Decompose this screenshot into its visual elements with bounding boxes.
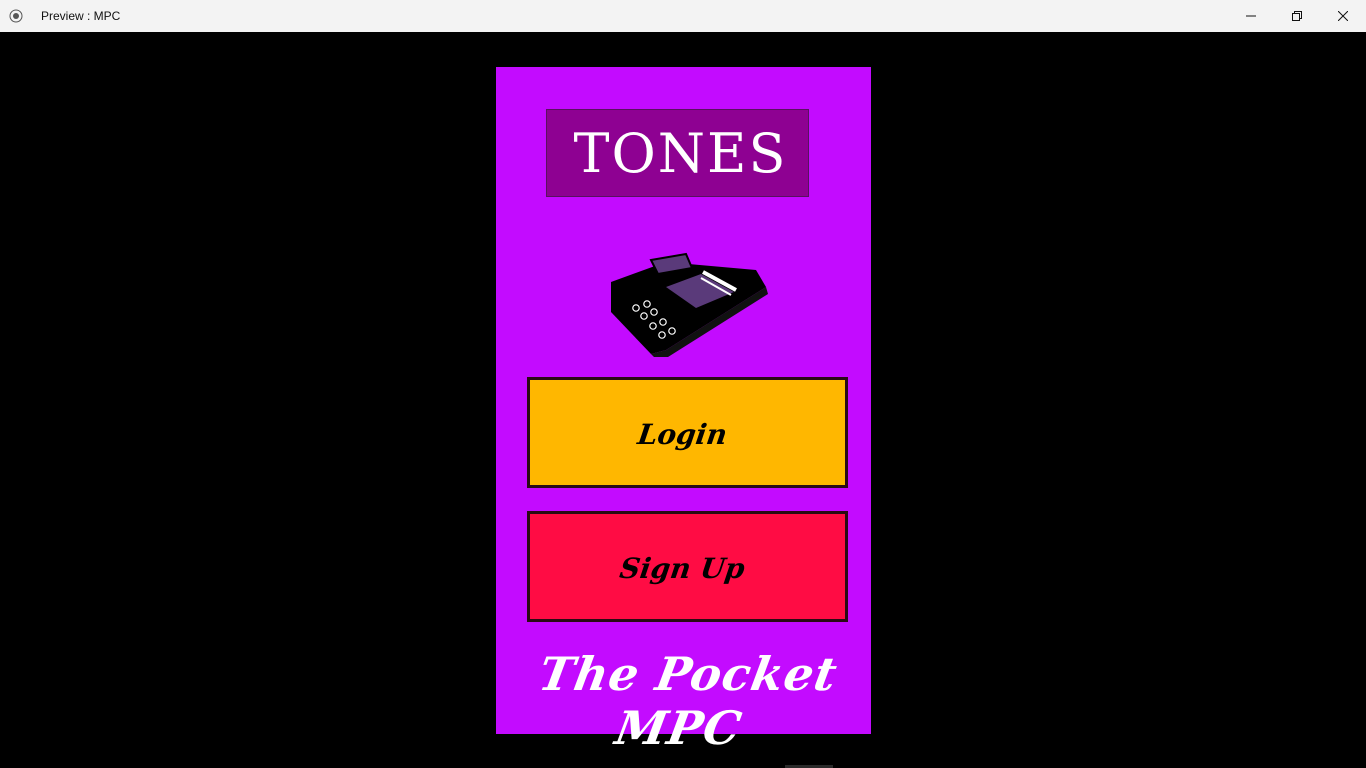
- mpc-device-icon: [611, 252, 768, 357]
- restore-button[interactable]: [1274, 0, 1320, 32]
- restore-icon: [1292, 11, 1302, 21]
- minimize-icon: [1246, 15, 1256, 17]
- login-button-label: Login: [635, 418, 730, 451]
- app-tagline: The Pocket MPC: [534, 647, 842, 755]
- minimize-button[interactable]: [1228, 0, 1274, 32]
- window-title: Preview : MPC: [41, 9, 121, 23]
- radio-dot-icon: [9, 9, 23, 23]
- window-titlebar: Preview : MPC: [0, 0, 1366, 32]
- login-button[interactable]: Login: [527, 377, 848, 488]
- signup-button[interactable]: Sign Up: [527, 511, 848, 622]
- close-button[interactable]: [1320, 0, 1366, 32]
- close-icon: [1338, 11, 1348, 21]
- logo-banner: TONES: [546, 109, 809, 197]
- signup-button-label: Sign Up: [617, 552, 748, 585]
- app-screen: TONES Login Sign Up The Pocket MPC: [496, 67, 871, 755]
- preview-canvas: TONES Login Sign Up The Pocket MPC: [0, 32, 1366, 768]
- logo-text: TONES: [573, 121, 788, 185]
